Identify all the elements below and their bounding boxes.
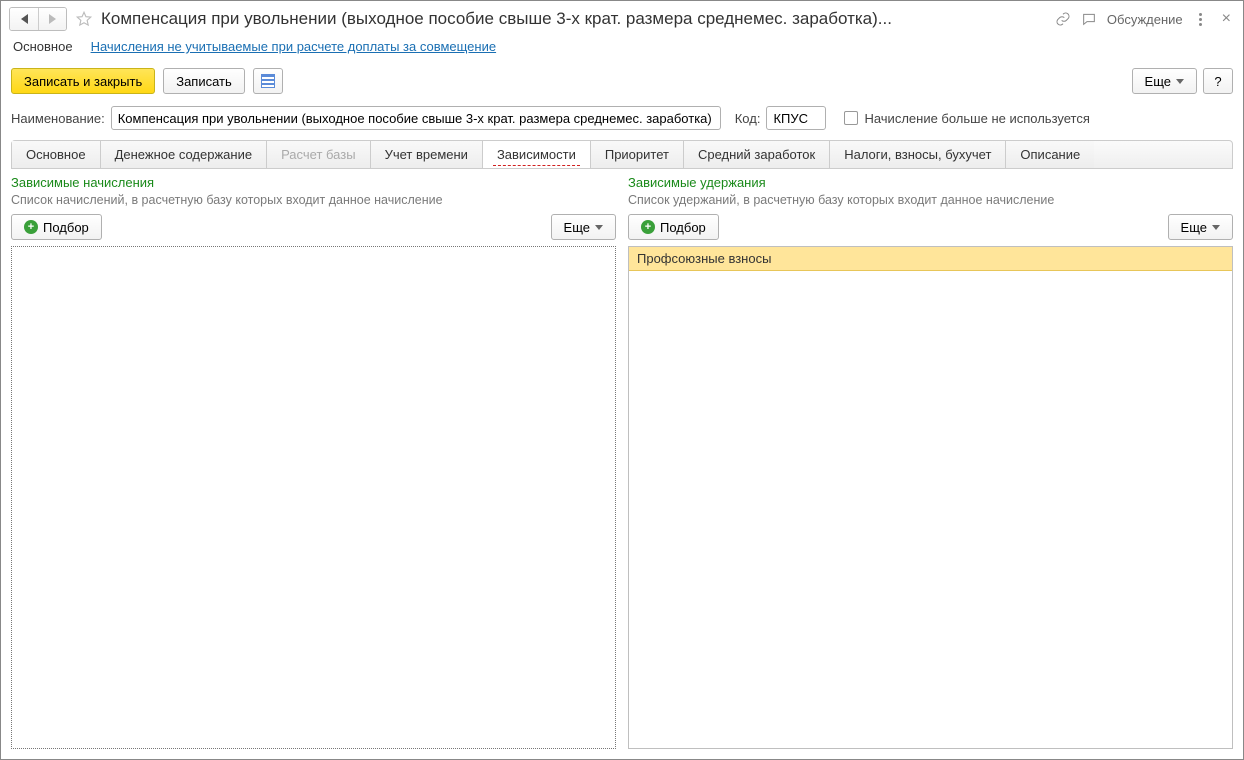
name-label: Наименование: — [11, 111, 105, 126]
link-icon[interactable] — [1055, 11, 1071, 27]
right-column: Зависимые удержания Список удержаний, в … — [628, 175, 1233, 749]
tab-money[interactable]: Денежное содержание — [101, 141, 267, 168]
window-root: Компенсация при увольнении (выходное пос… — [0, 0, 1244, 760]
report-icon — [261, 74, 275, 88]
tab-tax[interactable]: Налоги, взносы, бухучет — [830, 141, 1006, 168]
left-title: Зависимые начисления — [11, 175, 616, 190]
unused-checkbox[interactable] — [844, 111, 858, 125]
tab-dependencies[interactable]: Зависимости — [483, 141, 591, 168]
kebab-menu-icon[interactable] — [1193, 13, 1208, 26]
plus-icon: + — [24, 220, 38, 234]
unused-label: Начисление больше не используется — [864, 111, 1089, 126]
list-item[interactable]: Профсоюзные взносы — [628, 246, 1233, 271]
tab-avg[interactable]: Средний заработок — [684, 141, 830, 168]
left-pick-button[interactable]: +Подбор — [11, 214, 102, 240]
subnav-link[interactable]: Начисления не учитываемые при расчете до… — [91, 39, 497, 54]
right-desc: Список удержаний, в расчетную базу котор… — [628, 193, 1233, 208]
window-title: Компенсация при увольнении (выходное пос… — [101, 9, 1047, 29]
save-close-button[interactable]: Записать и закрыть — [11, 68, 155, 94]
right-toolbar: +Подбор Еще — [628, 214, 1233, 240]
left-column: Зависимые начисления Список начислений, … — [11, 175, 616, 749]
tab-time[interactable]: Учет времени — [371, 141, 483, 168]
right-listbox[interactable]: Профсоюзные взносы — [628, 246, 1233, 749]
close-button[interactable]: × — [1218, 10, 1235, 28]
nav-buttons — [9, 7, 67, 31]
right-title: Зависимые удержания — [628, 175, 1233, 190]
caret-down-icon — [595, 225, 603, 230]
help-button[interactable]: ? — [1203, 68, 1233, 94]
left-toolbar: +Подбор Еще — [11, 214, 616, 240]
arrow-left-icon — [21, 14, 28, 24]
right-more-button[interactable]: Еще — [1168, 214, 1233, 240]
subnav-main[interactable]: Основное — [13, 39, 73, 54]
plus-icon: + — [641, 220, 655, 234]
left-more-button[interactable]: Еще — [551, 214, 616, 240]
tab-main[interactable]: Основное — [12, 141, 101, 168]
more-button[interactable]: Еще — [1132, 68, 1197, 94]
left-desc: Список начислений, в расчетную базу кото… — [11, 193, 616, 208]
left-listbox[interactable] — [11, 246, 616, 749]
sub-nav: Основное Начисления не учитываемые при р… — [1, 33, 1243, 64]
chat-icon[interactable] — [1081, 11, 1097, 27]
toolbar-right: Еще ? — [1132, 68, 1233, 94]
save-button[interactable]: Записать — [163, 68, 245, 94]
tabs: Основное Денежное содержание Расчет базы… — [11, 140, 1233, 169]
report-icon-button[interactable] — [253, 68, 283, 94]
form-row: Наименование: Код: Начисление больше не … — [1, 104, 1243, 140]
arrow-right-icon — [49, 14, 56, 24]
tab-content: Зависимые начисления Список начислений, … — [1, 169, 1243, 759]
code-label: Код: — [735, 111, 761, 126]
discussion-label[interactable]: Обсуждение — [1107, 12, 1183, 27]
tab-desc[interactable]: Описание — [1006, 141, 1094, 168]
caret-down-icon — [1176, 79, 1184, 84]
caret-down-icon — [1212, 225, 1220, 230]
code-input[interactable] — [766, 106, 826, 130]
tab-priority[interactable]: Приоритет — [591, 141, 684, 168]
header-right-group: Обсуждение × — [1055, 10, 1235, 28]
right-pick-button[interactable]: +Подбор — [628, 214, 719, 240]
back-button[interactable] — [10, 8, 38, 30]
tab-base[interactable]: Расчет базы — [267, 141, 371, 168]
name-input[interactable] — [111, 106, 721, 130]
forward-button[interactable] — [38, 8, 66, 30]
favorite-star-icon[interactable] — [75, 10, 93, 28]
window-header: Компенсация при увольнении (выходное пос… — [1, 1, 1243, 33]
toolbar: Записать и закрыть Записать Еще ? — [1, 64, 1243, 104]
